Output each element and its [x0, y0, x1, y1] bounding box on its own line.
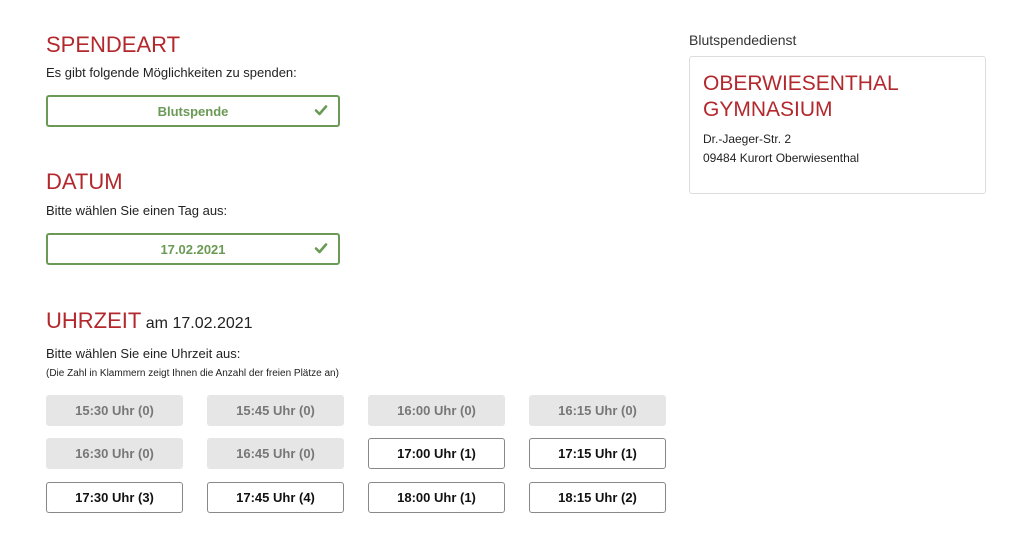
- location-street: Dr.-Jaeger-Str. 2: [703, 132, 792, 146]
- uhrzeit-heading: UHRZEIT: [46, 308, 142, 333]
- location-name-line1: OBERWIESENTHAL: [703, 72, 899, 95]
- datum-heading: DATUM: [46, 169, 123, 194]
- time-slot-button[interactable]: 17:15 Uhr (1): [529, 438, 666, 469]
- sidebar-label: Blutspendedienst: [689, 32, 797, 48]
- time-slot-button[interactable]: 18:00 Uhr (1): [368, 482, 505, 513]
- time-slot-button: 15:45 Uhr (0): [207, 395, 344, 426]
- location-name-line2: GYMNASIUM: [703, 98, 833, 121]
- uhrzeit-title: UHRZEIT am 17.02.2021: [46, 308, 253, 334]
- spendeart-heading: SPENDEART: [46, 32, 181, 57]
- uhrzeit-hint: (Die Zahl in Klammern zeigt Ihnen die An…: [46, 368, 339, 379]
- uhrzeit-text: Bitte wählen Sie eine Uhrzeit aus:: [46, 346, 241, 361]
- time-slot-button: 16:00 Uhr (0): [368, 395, 505, 426]
- location-city: 09484 Kurort Oberwiesenthal: [703, 151, 860, 165]
- donation-type-value: Blutspende: [157, 103, 229, 119]
- time-slot-button[interactable]: 17:00 Uhr (1): [368, 438, 505, 469]
- date-value: 17.02.2021: [160, 241, 226, 257]
- location-card: OBERWIESENTHAL GYMNASIUM Dr.-Jaeger-Str.…: [689, 56, 986, 194]
- check-icon: [314, 243, 328, 254]
- time-slot-button[interactable]: 17:45 Uhr (4): [207, 482, 344, 513]
- time-slot-button: 16:30 Uhr (0): [46, 438, 183, 469]
- location-name: OBERWIESENTHAL GYMNASIUM: [703, 71, 899, 123]
- time-slot-button[interactable]: 18:15 Uhr (2): [529, 482, 666, 513]
- time-slot-button: 16:15 Uhr (0): [529, 395, 666, 426]
- donation-type-select[interactable]: Blutspende: [46, 95, 340, 127]
- time-slot-button[interactable]: 17:30 Uhr (3): [46, 482, 183, 513]
- time-slot-button: 16:45 Uhr (0): [207, 438, 344, 469]
- spendeart-text: Es gibt folgende Möglichkeiten zu spende…: [46, 65, 297, 80]
- check-icon: [314, 105, 328, 116]
- uhrzeit-date: am 17.02.2021: [145, 315, 253, 332]
- date-select[interactable]: 17.02.2021: [46, 233, 340, 265]
- time-slot-button: 15:30 Uhr (0): [46, 395, 183, 426]
- datum-text: Bitte wählen Sie einen Tag aus:: [46, 203, 228, 218]
